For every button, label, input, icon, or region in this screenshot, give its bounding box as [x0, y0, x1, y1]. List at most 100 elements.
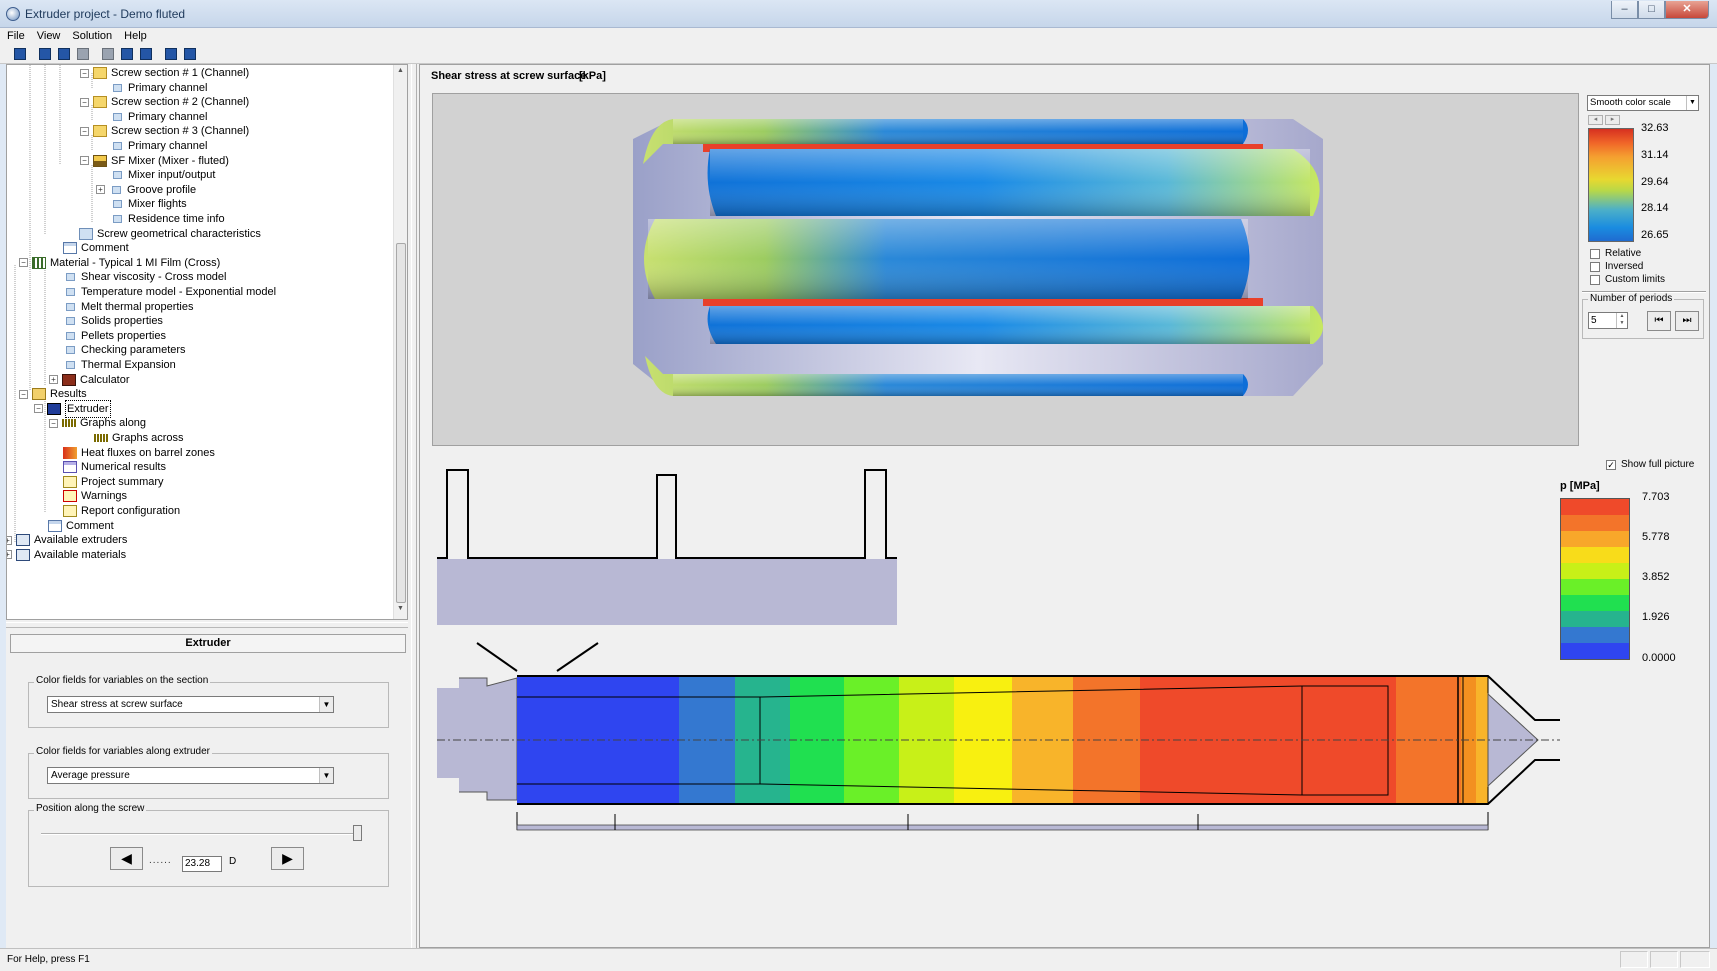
save-icon[interactable] [11, 46, 29, 62]
collapse-icon[interactable]: − [19, 389, 28, 399]
relative-checkbox[interactable]: Relative [1590, 248, 1641, 259]
scale-right-icon[interactable]: ▸ [1605, 115, 1620, 125]
position-slider-thumb[interactable] [353, 825, 362, 841]
tree-item[interactable]: Primary channel [110, 80, 207, 96]
tree-scrollbar[interactable]: ▲ ▼ [393, 65, 407, 619]
chevron-down-icon[interactable]: ▼ [1686, 96, 1698, 110]
tree-item[interactable]: Warnings [63, 488, 127, 504]
tree-item[interactable]: Checking parameters [63, 342, 186, 358]
tree-item[interactable]: − Screw section # 2 (Channel) [80, 94, 249, 110]
close-button[interactable]: ✕ [1665, 1, 1709, 19]
tree-item[interactable]: Thermal Expansion [63, 357, 176, 373]
tree-item[interactable]: − Material - Typical 1 MI Film (Cross) [19, 255, 220, 271]
tree-item[interactable]: Mixer flights [110, 196, 187, 212]
expand-icon[interactable]: + [96, 185, 105, 195]
menu-file[interactable]: File [7, 28, 25, 45]
project-tree[interactable]: − Screw section # 1 (Channel) Primary chan… [6, 64, 408, 620]
inversed-checkbox-box[interactable] [1590, 261, 1600, 272]
custom-limits-checkbox-box[interactable] [1590, 274, 1600, 285]
tree-item[interactable]: Solids properties [63, 313, 163, 329]
tree-item[interactable]: Comment [48, 518, 114, 534]
last-period-button[interactable]: ⏭ [1675, 311, 1699, 331]
copy-icon[interactable] [74, 46, 92, 62]
save-all-icon[interactable] [36, 46, 54, 62]
chevron-down-icon[interactable]: ▼ [319, 768, 333, 783]
relative-checkbox-box[interactable] [1590, 248, 1600, 259]
tree-item[interactable]: Primary channel [110, 109, 207, 125]
geometry-icon [79, 227, 93, 240]
collapse-icon[interactable]: − [19, 258, 28, 268]
collapse-icon[interactable]: − [49, 418, 58, 428]
app-icon [6, 7, 20, 21]
next-position-button[interactable]: ▶ [271, 847, 304, 870]
inversed-checkbox[interactable]: Inversed [1590, 261, 1643, 272]
maximize-button[interactable]: □ [1638, 1, 1665, 19]
collapse-icon[interactable]: − [80, 68, 89, 78]
save-as-icon[interactable] [55, 46, 73, 62]
along-variable-select[interactable]: Average pressure ▼ [47, 767, 334, 784]
menu-solution[interactable]: Solution [72, 28, 112, 45]
tree-item[interactable]: + Available materials [7, 547, 126, 563]
collapse-icon[interactable]: − [80, 97, 89, 107]
tree-item-label: Residence time info [128, 213, 225, 225]
tree-item[interactable]: Graphs across [94, 430, 184, 446]
spinner-arrows-icon[interactable]: ▲ ▼ [1616, 313, 1627, 328]
scale-left-icon[interactable]: ◂ [1588, 115, 1603, 125]
tree-item[interactable]: + Available extruders [7, 532, 127, 548]
tree-item[interactable]: Report configuration [63, 503, 180, 519]
tree-item[interactable]: Temperature model - Exponential model [63, 284, 276, 300]
tree-item[interactable]: − Screw section # 3 (Channel) [80, 123, 249, 139]
tree-item[interactable]: − Extruder [34, 399, 111, 418]
menu-help[interactable]: Help [124, 28, 147, 45]
tree-item[interactable]: + Groove profile [96, 182, 196, 198]
previous-position-button[interactable]: ◀ [110, 847, 143, 870]
tree-item[interactable]: − SF Mixer (Mixer - fluted) [80, 153, 229, 169]
help-icon[interactable] [162, 46, 180, 62]
scroll-up-icon[interactable]: ▲ [397, 67, 404, 74]
edit-icon[interactable] [137, 46, 155, 62]
first-period-button[interactable]: ⏮ [1647, 311, 1671, 331]
section-variable-select[interactable]: Shear stress at screw surface ▼ [47, 696, 334, 713]
tree-item[interactable]: Project summary [63, 474, 164, 490]
tree-item[interactable]: Pellets properties [63, 328, 166, 344]
tree-item[interactable]: Primary channel [110, 138, 207, 154]
scroll-down-icon[interactable]: ▼ [397, 605, 404, 612]
vertical-splitter[interactable] [411, 64, 417, 948]
tree-item[interactable]: Residence time info [110, 211, 225, 227]
scroll-thumb[interactable] [396, 243, 406, 603]
context-help-icon[interactable] [181, 46, 199, 62]
collapse-icon[interactable]: − [80, 156, 89, 166]
custom-limits-checkbox[interactable]: Custom limits [1590, 274, 1665, 285]
print-icon[interactable] [99, 46, 117, 62]
tree-item[interactable]: − Screw section # 1 (Channel) [80, 65, 249, 81]
section-color-label: Color fields for variables on the sectio… [34, 675, 211, 686]
periods-label: Number of periods [1588, 293, 1675, 304]
tree-item[interactable]: Numerical results [63, 459, 166, 475]
position-slider-track[interactable] [41, 833, 359, 835]
collapse-icon[interactable]: − [34, 404, 43, 414]
expand-icon[interactable]: + [49, 375, 58, 385]
tree-item[interactable]: Mixer input/output [110, 167, 215, 183]
expand-icon[interactable]: + [7, 550, 12, 560]
chevron-down-icon[interactable]: ▼ [319, 697, 333, 712]
collapse-icon[interactable]: − [80, 126, 89, 136]
menu-view[interactable]: View [37, 28, 61, 45]
doc-icon [113, 112, 122, 121]
horizontal-splitter[interactable] [6, 622, 408, 628]
tree-item[interactable]: Shear viscosity - Cross model [63, 269, 227, 285]
tree-item[interactable]: + Calculator [49, 372, 130, 388]
show-full-picture-checkbox[interactable]: ✓ Show full picture [1606, 459, 1694, 470]
tree-item[interactable]: Comment [63, 240, 129, 256]
shear-stress-3d-view[interactable] [432, 93, 1579, 446]
tree-item[interactable]: Heat fluxes on barrel zones [63, 445, 215, 461]
position-input[interactable]: 23.28 [182, 856, 222, 872]
tree-item[interactable]: Screw geometrical characteristics [79, 226, 261, 242]
show-full-checkbox-box[interactable]: ✓ [1606, 459, 1616, 470]
minimize-button[interactable]: – [1611, 1, 1638, 19]
periods-spinner[interactable]: 5 ▲ ▼ [1588, 312, 1628, 329]
color-scale-select[interactable]: Smooth color scale ▼ [1587, 95, 1699, 111]
tree-item[interactable]: − Graphs along [49, 415, 146, 431]
tree-item[interactable]: Melt thermal properties [63, 299, 194, 315]
solve-icon[interactable] [118, 46, 136, 62]
expand-icon[interactable]: + [7, 535, 12, 545]
